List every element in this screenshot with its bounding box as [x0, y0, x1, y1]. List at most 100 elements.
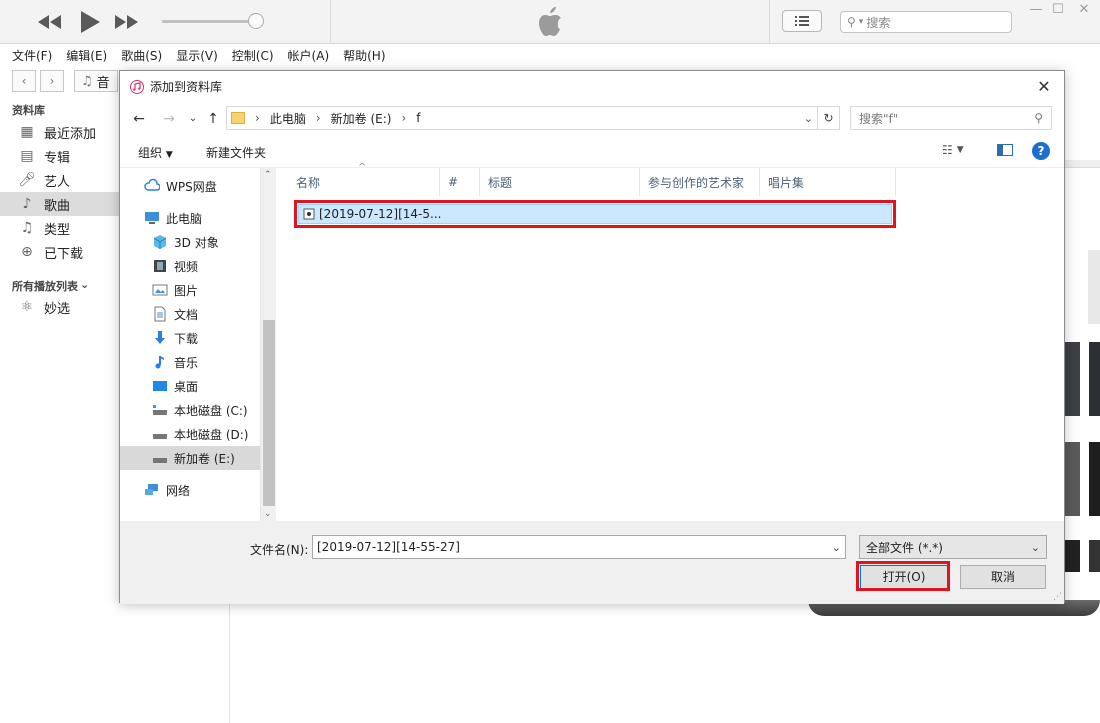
- drive-icon: [153, 405, 167, 415]
- nav-item-label: 文档: [174, 307, 199, 322]
- column-header-label: #: [448, 175, 459, 189]
- nav-item-documents[interactable]: 文档: [120, 302, 260, 326]
- filetype-select[interactable]: 全部文件 (*.*) ⌄: [859, 535, 1047, 559]
- dialog-titlebar: 添加到资料库: [120, 71, 1064, 102]
- volume-slider[interactable]: [162, 20, 258, 23]
- folder-search-field[interactable]: 搜索"f" ⚲: [850, 106, 1052, 130]
- minimize-button[interactable]: —: [1024, 2, 1048, 18]
- nav-item-label: 本地磁盘 (D:): [174, 427, 249, 442]
- nav-item-music[interactable]: 音乐: [120, 350, 260, 374]
- file-list: 名称 ^ # 标题 参与创作的艺术家 唱片集 [2019-07-12][14-5…: [278, 162, 1064, 521]
- navigation-pane: WPS网盘 此电脑 3D 对象 视频 图片 文档 下载 音乐 桌面 本地磁盘 (…: [120, 168, 260, 521]
- nav-item-desktop[interactable]: 桌面: [120, 374, 260, 398]
- view-details-icon: ☷: [942, 143, 953, 157]
- album-cover: [1089, 442, 1100, 516]
- apple-logo-icon: [539, 7, 561, 36]
- chevron-up-icon[interactable]: ⌃: [264, 170, 272, 180]
- music-note-icon: ♪: [22, 196, 32, 212]
- nav-item-drive-d[interactable]: 本地磁盘 (D:): [120, 422, 260, 446]
- organize-button[interactable]: 组织 ▼: [138, 144, 173, 161]
- help-button[interactable]: ?: [1032, 142, 1050, 160]
- new-folder-button[interactable]: 新建文件夹: [206, 144, 266, 161]
- volume-knob[interactable]: [248, 13, 264, 29]
- close-window-button[interactable]: ✕: [1072, 2, 1096, 18]
- menu-help[interactable]: 帮助(H): [343, 47, 385, 64]
- scrollbar-thumb[interactable]: [263, 320, 275, 506]
- cancel-button[interactable]: 取消: [960, 565, 1046, 589]
- nav-item-label: 图片: [174, 283, 199, 298]
- nav-item-drive-e[interactable]: 新加卷 (E:): [120, 446, 260, 470]
- up-button[interactable]: ↑: [204, 110, 222, 128]
- breadcrumb-item[interactable]: 此电脑: [270, 110, 306, 127]
- breadcrumb-item[interactable]: f: [416, 111, 420, 125]
- menu-controls[interactable]: 控制(C): [232, 47, 274, 64]
- preview-pane-button[interactable]: [997, 144, 1013, 156]
- organize-label: 组织: [138, 146, 163, 160]
- music-icon: [155, 356, 164, 369]
- nav-item-wps-cloud[interactable]: WPS网盘: [120, 174, 260, 198]
- chevron-down-icon[interactable]: ⌄: [264, 509, 272, 519]
- nav-pane-scrollbar[interactable]: ⌃ ⌄: [260, 168, 276, 521]
- menu-file[interactable]: 文件(F): [12, 47, 52, 64]
- column-header-album[interactable]: 唱片集: [760, 168, 896, 196]
- rewind-button[interactable]: [36, 8, 64, 36]
- sidebar-item-label: 艺人: [44, 174, 71, 190]
- recent-locations-button[interactable]: ⌄: [184, 110, 202, 128]
- filename-input[interactable]: [2019-07-12][14-55-27] ⌄: [312, 535, 846, 559]
- status-display: [330, 0, 770, 44]
- column-header-label: 名称: [296, 175, 321, 190]
- nav-item-videos[interactable]: 视频: [120, 254, 260, 278]
- maximize-button[interactable]: ☐: [1046, 2, 1070, 18]
- nav-item-label: 网络: [166, 483, 191, 498]
- chevron-down-icon: ⌄: [80, 278, 90, 291]
- nav-item-network[interactable]: 网络: [120, 478, 260, 502]
- nav-item-3d-objects[interactable]: 3D 对象: [120, 230, 260, 254]
- nav-item-this-pc[interactable]: 此电脑: [120, 206, 260, 230]
- dialog-close-button[interactable]: ✕: [1034, 77, 1054, 97]
- nav-item-label: 本地磁盘 (C:): [174, 403, 248, 418]
- media-picker[interactable]: ♫ 音: [74, 70, 118, 92]
- nav-item-downloads[interactable]: 下载: [120, 326, 260, 350]
- column-header-number[interactable]: #: [440, 168, 480, 196]
- address-bar[interactable]: › 此电脑 › 新加卷 (E:) › f ⌄: [226, 106, 818, 130]
- playlists-header[interactable]: 所有播放列表 ⌄: [12, 278, 89, 294]
- drive-icon: [153, 434, 167, 439]
- list-view-button[interactable]: [782, 10, 822, 32]
- back-arrow-button[interactable]: ←: [130, 110, 148, 128]
- filename-value: [2019-07-12][14-55-27]: [317, 540, 460, 554]
- media-picker-label: 音: [96, 75, 110, 91]
- menu-view[interactable]: 显示(V): [176, 47, 218, 64]
- itunes-icon: [130, 79, 144, 94]
- sidebar-item-label: 最近添加: [44, 126, 97, 142]
- filetype-value: 全部文件 (*.*): [866, 540, 943, 555]
- menu-account[interactable]: 帐户(A): [288, 47, 330, 64]
- itunes-search-field[interactable]: ⚲ ▾ 搜索: [840, 11, 1012, 33]
- column-header-artist[interactable]: 参与创作的艺术家: [640, 168, 760, 196]
- view-options-button[interactable]: ☷ ▼: [942, 143, 964, 157]
- column-header-title[interactable]: 标题: [480, 168, 640, 196]
- refresh-button[interactable]: ↻: [818, 106, 840, 130]
- folder-search-placeholder: 搜索"f": [859, 111, 899, 126]
- nav-item-label: 音乐: [174, 355, 199, 370]
- fast-forward-button[interactable]: [112, 8, 140, 36]
- folder-icon: [231, 112, 245, 124]
- resize-grip-icon[interactable]: ⋰: [1053, 592, 1062, 602]
- album-header-strip: [1063, 160, 1100, 168]
- menu-edit[interactable]: 编辑(E): [66, 47, 107, 64]
- desktop-icon: [153, 381, 167, 391]
- forward-arrow-button[interactable]: →: [160, 110, 178, 128]
- play-button[interactable]: [76, 8, 104, 36]
- chevron-down-icon[interactable]: ⌄: [832, 541, 841, 554]
- nav-item-pictures[interactable]: 图片: [120, 278, 260, 302]
- breadcrumb-item[interactable]: 新加卷 (E:): [331, 110, 392, 127]
- nav-item-drive-c[interactable]: 本地磁盘 (C:): [120, 398, 260, 422]
- computer-icon: [145, 212, 159, 224]
- command-bar: 组织 ▼ 新建文件夹 ☷ ▼ ?: [120, 134, 1064, 168]
- play-icon: [81, 11, 100, 33]
- chevron-down-icon: ▼: [165, 150, 173, 160]
- back-button[interactable]: ‹: [12, 70, 36, 92]
- genre-icon: ♫: [20, 220, 34, 236]
- menu-song[interactable]: 歌曲(S): [121, 47, 162, 64]
- forward-button[interactable]: ›: [40, 70, 64, 92]
- chevron-down-icon[interactable]: ⌄: [804, 112, 813, 125]
